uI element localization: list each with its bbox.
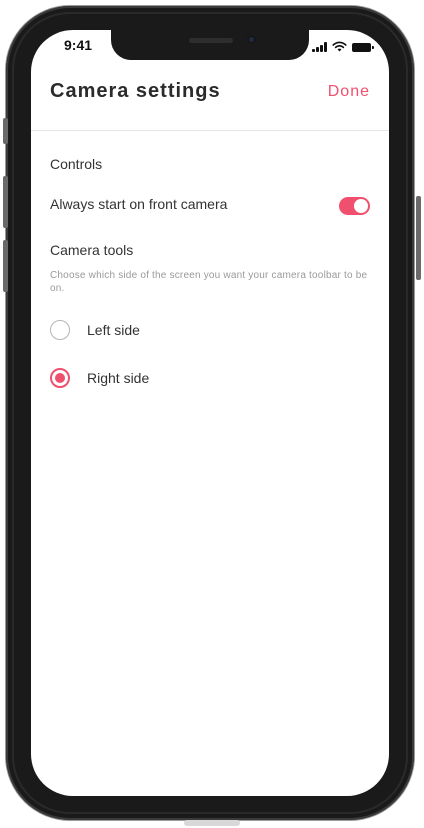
battery-icon: [352, 43, 374, 52]
radio-button-right-side[interactable]: [50, 368, 70, 388]
radio-option-left-side[interactable]: Left side: [50, 320, 140, 340]
home-indicator: [184, 820, 240, 826]
radio-option-right-side[interactable]: Right side: [50, 368, 149, 388]
status-time: 9:41: [64, 37, 93, 53]
wifi-icon: [332, 41, 347, 52]
mute-switch: [3, 118, 8, 144]
done-button[interactable]: Done: [328, 83, 370, 101]
page-title: Camera settings: [50, 80, 221, 102]
radio-label-left-side: Left side: [87, 322, 140, 338]
radio-label-right-side: Right side: [87, 370, 150, 386]
power-button: [416, 196, 421, 280]
phone-screen: 9:41 Camera settings Done Controls Alway…: [31, 30, 389, 796]
front-camera-lens: [247, 35, 256, 44]
radio-button-left-side[interactable]: [50, 320, 70, 340]
volume-up-button: [3, 176, 8, 228]
front-camera-setting: Always start on front camera: [50, 196, 370, 215]
notch: [111, 30, 309, 60]
header: Camera settings Done: [31, 70, 389, 131]
controls-section-label: Controls: [50, 156, 103, 172]
volume-down-button: [3, 240, 8, 292]
camera-tools-helper-text: Choose which side of the screen you want…: [50, 270, 368, 294]
speaker-grille: [189, 38, 233, 43]
toggle-knob: [354, 199, 368, 213]
signal-icon: [312, 42, 327, 52]
camera-tools-section-label: Camera tools: [50, 242, 134, 258]
front-camera-toggle[interactable]: [339, 197, 370, 215]
status-icons: [312, 40, 374, 52]
front-camera-label: Always start on front camera: [50, 196, 228, 212]
